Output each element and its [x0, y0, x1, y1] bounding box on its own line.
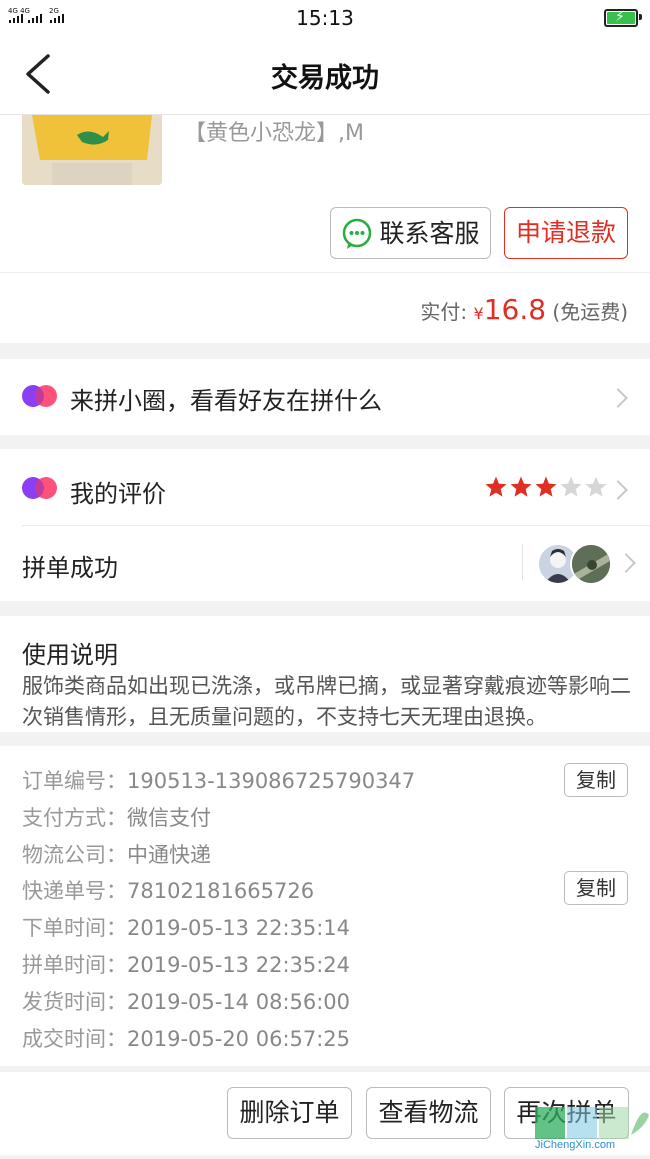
rating-stars [484, 475, 609, 501]
nav-bar: 交易成功 [0, 36, 650, 115]
usage-body: 服饰类商品如出现已洗涤，或吊牌已摘，或显著穿戴痕迹等影响二次销售情形，且无质量问… [22, 674, 631, 729]
star-filled-icon [485, 476, 507, 497]
order-info-label: 订单编号： [22, 769, 127, 793]
divider [0, 272, 650, 273]
paid-value: 16.8 [483, 293, 547, 326]
status-time: 15:13 [296, 6, 354, 30]
order-info-value: 190513-139086725790347 [127, 769, 416, 793]
paid-label: 实付: [420, 300, 468, 324]
contact-service-button[interactable]: 联系客服 [330, 207, 491, 259]
shipping-note: (免运费) [552, 300, 628, 324]
order-info-label: 拼单时间： [22, 953, 127, 977]
order-info-value: 2019-05-20 06:57:25 [127, 1026, 351, 1051]
order-info: 订单编号：190513-139086725790347 支付方式：微信支付 物流公司… [0, 746, 650, 1066]
order-info-row: 快递单号：78102181665726 [22, 875, 314, 905]
star-empty-icon [560, 476, 582, 497]
order-info-label: 快递单号： [22, 879, 127, 904]
order-info-row: 物流公司：中通快递 [22, 839, 211, 869]
star-filled-icon [510, 476, 532, 497]
order-info-value: 2019-05-13 22:35:24 [127, 953, 351, 977]
product-thumbnail[interactable] [22, 115, 162, 185]
order-info-row: 发货时间：2019-05-14 08:56:00 [22, 986, 350, 1016]
battery-icon: ⚡ [604, 9, 642, 27]
review-logo-icon [22, 477, 57, 499]
watermark-text: JiChengXin.com [535, 1139, 616, 1151]
view-logistics-button[interactable]: 查看物流 [366, 1087, 491, 1139]
order-info-row: 成交时间：2019-05-20 06:57:25 [22, 1023, 350, 1053]
circle-logo-icon [22, 385, 57, 407]
order-info-row: 下单时间：2019-05-13 22:35:14 [22, 912, 350, 942]
chevron-right-icon [608, 388, 628, 408]
copy-order-number-button[interactable]: 复制 [564, 763, 628, 797]
usage-instructions: 使用说明 服饰类商品如出现已洗涤，或吊牌已摘，或显著穿戴痕迹等影响二次销售情形，… [0, 616, 650, 732]
chevron-right-icon[interactable] [608, 480, 628, 500]
chevron-right-icon[interactable] [616, 553, 636, 573]
contact-service-label: 联系客服 [379, 219, 480, 248]
review-section: 我的评价 拼单成功 [0, 449, 650, 601]
delete-order-button[interactable]: 删除订单 [227, 1087, 352, 1139]
order-info-value: 2019-05-13 22:35:14 [127, 916, 351, 941]
order-info-value: 2019-05-14 08:56:00 [127, 989, 351, 1014]
order-product-card: 【黄色小恐龙】,M 联系客服 申请退款 实付: ¥16.8 (免运费) [0, 115, 650, 343]
order-info-label: 物流公司： [22, 842, 127, 867]
page-title: 交易成功 [271, 63, 379, 94]
group-success-label: 拼单成功 [22, 554, 118, 582]
order-info-value: 78102181665726 [127, 879, 315, 904]
order-info-value: 微信支付 [127, 805, 211, 830]
watermark: JiChengXin.com [535, 1105, 650, 1155]
divider [22, 525, 650, 526]
status-bar: 4G 4G 2G 15:13 ⚡ [0, 0, 650, 36]
order-info-label: 支付方式： [22, 805, 127, 830]
order-info-label: 发货时间： [22, 989, 127, 1014]
friend-circle-label: 来拼小圈，看看好友在拼什么 [70, 387, 382, 415]
order-info-label: 下单时间： [22, 916, 127, 941]
order-info-row: 订单编号：190513-139086725790347 [22, 765, 415, 795]
usage-title: 使用说明 [22, 641, 118, 669]
product-spec: 【黄色小恐龙】,M [184, 121, 364, 146]
copy-tracking-number-button[interactable]: 复制 [564, 871, 628, 905]
chat-icon [341, 218, 373, 250]
order-info-row: 支付方式：微信支付 [22, 802, 211, 832]
order-info-row: 拼单时间：2019-05-13 22:35:24 [22, 949, 350, 979]
divider [522, 544, 523, 580]
my-review-label[interactable]: 我的评价 [70, 474, 166, 509]
request-refund-button[interactable]: 申请退款 [504, 207, 628, 259]
paid-amount: 实付: ¥16.8 (免运费) [420, 293, 628, 326]
currency-symbol: ¥ [473, 304, 484, 323]
order-info-value: 中通快递 [127, 842, 211, 867]
avatar[interactable] [570, 543, 612, 585]
star-filled-icon [535, 476, 557, 497]
friend-circle-row[interactable]: 来拼小圈，看看好友在拼什么 [0, 359, 650, 435]
order-info-label: 成交时间： [22, 1026, 127, 1051]
star-empty-icon [585, 476, 607, 497]
